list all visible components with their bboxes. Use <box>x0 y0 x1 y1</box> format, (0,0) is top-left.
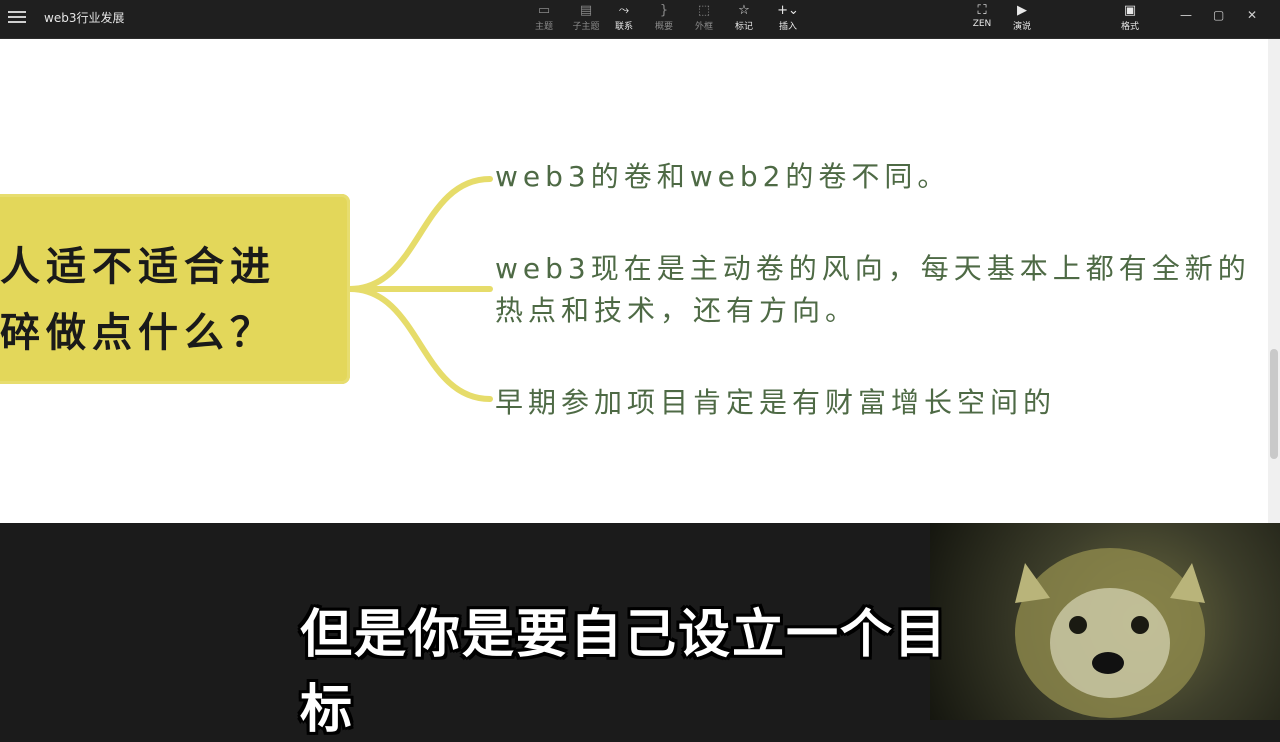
tool-summary-button[interactable]: } 概要 <box>644 3 684 32</box>
tool-label: 子主题 <box>572 22 600 32</box>
root-topic-node[interactable]: 人适不适合进 碎做点什么？ <box>0 194 350 384</box>
hamburger-menu-icon[interactable] <box>8 8 26 26</box>
tool-marker-button[interactable]: ☆ 标记 <box>724 3 764 32</box>
tool-topic-button[interactable]: ▭ 主题 <box>524 3 564 32</box>
app-toolbar: web3行业发展 ▭ 主题 ▤ 子主题 ⤳ 联系 } 概要 ⬚ 外框 ☆ 标记 +⌄ 插入 ⛶… <box>0 0 1280 39</box>
tool-subtopic-button[interactable]: ▤ 子主题 <box>566 3 606 32</box>
vertical-scrollbar[interactable] <box>1268 39 1280 523</box>
close-icon[interactable]: ✕ <box>1247 8 1257 22</box>
tool-format-button[interactable]: ▣ 格式 <box>1110 3 1150 32</box>
webcam-video-overlay <box>930 523 1280 720</box>
tool-label: 演说 <box>1012 22 1031 32</box>
branch-topic-2[interactable]: web3现在是主动卷的风向，每天基本上都有全新的 热点和技术，还有方向。 <box>495 248 1251 332</box>
relation-icon: ⤳ <box>618 3 630 18</box>
document-title: web3行业发展 <box>44 11 125 25</box>
root-topic-line-2: 碎做点什么？ <box>0 310 276 356</box>
minimize-icon[interactable]: — <box>1180 8 1192 22</box>
branch-topic-2-line-1: web3现在是主动卷的风向，每天基本上都有全新的 <box>495 252 1251 285</box>
link-branch-1 <box>347 176 493 292</box>
format-icon: ▣ <box>1123 3 1137 18</box>
tool-label: 插入 <box>778 22 797 32</box>
pitch-icon: ▶ <box>1017 3 1027 18</box>
maximize-icon[interactable]: ▢ <box>1213 8 1224 22</box>
scrollbar-thumb[interactable] <box>1270 349 1278 459</box>
zen-icon: ⛶ <box>977 3 987 18</box>
branch-topic-2-line-2: 热点和技术，还有方向。 <box>495 294 859 327</box>
tool-boundary-button[interactable]: ⬚ 外框 <box>684 3 724 32</box>
tool-zen-button[interactable]: ⛶ ZEN <box>962 3 1002 29</box>
boundary-icon: ⬚ <box>697 3 711 18</box>
branch-topic-1[interactable]: web3的卷和web2的卷不同。 <box>495 156 950 198</box>
root-topic-line-1: 人适不适合进 <box>0 244 276 290</box>
tool-label: 主题 <box>534 22 553 32</box>
red-panda-avatar-image <box>1015 548 1205 718</box>
tool-label: 联系 <box>614 22 633 32</box>
tool-label: 格式 <box>1120 22 1139 32</box>
branch-topic-3[interactable]: 早期参加项目肯定是有财富增长空间的 <box>495 382 1056 424</box>
root-topic-text: 人适不适合进 碎做点什么？ <box>0 234 340 366</box>
topic-icon: ▭ <box>537 3 551 18</box>
summary-icon: } <box>659 3 669 18</box>
tool-relation-button[interactable]: ⤳ 联系 <box>604 3 644 32</box>
mindmap-canvas[interactable]: 人适不适合进 碎做点什么？ web3的卷和web2的卷不同。 web3现在是主动… <box>0 39 1268 523</box>
link-branch-3 <box>347 286 493 402</box>
tool-label: 外框 <box>694 22 713 32</box>
plus-icon: +⌄ <box>777 3 799 18</box>
subtopic-icon: ▤ <box>579 3 593 18</box>
tool-insert-button[interactable]: +⌄ 插入 <box>768 3 808 32</box>
tool-label: ZEN <box>972 19 992 29</box>
tool-label: 概要 <box>654 22 673 32</box>
tool-pitch-button[interactable]: ▶ 演说 <box>1002 3 1042 32</box>
star-icon: ☆ <box>738 3 750 18</box>
tool-label: 标记 <box>734 22 753 32</box>
